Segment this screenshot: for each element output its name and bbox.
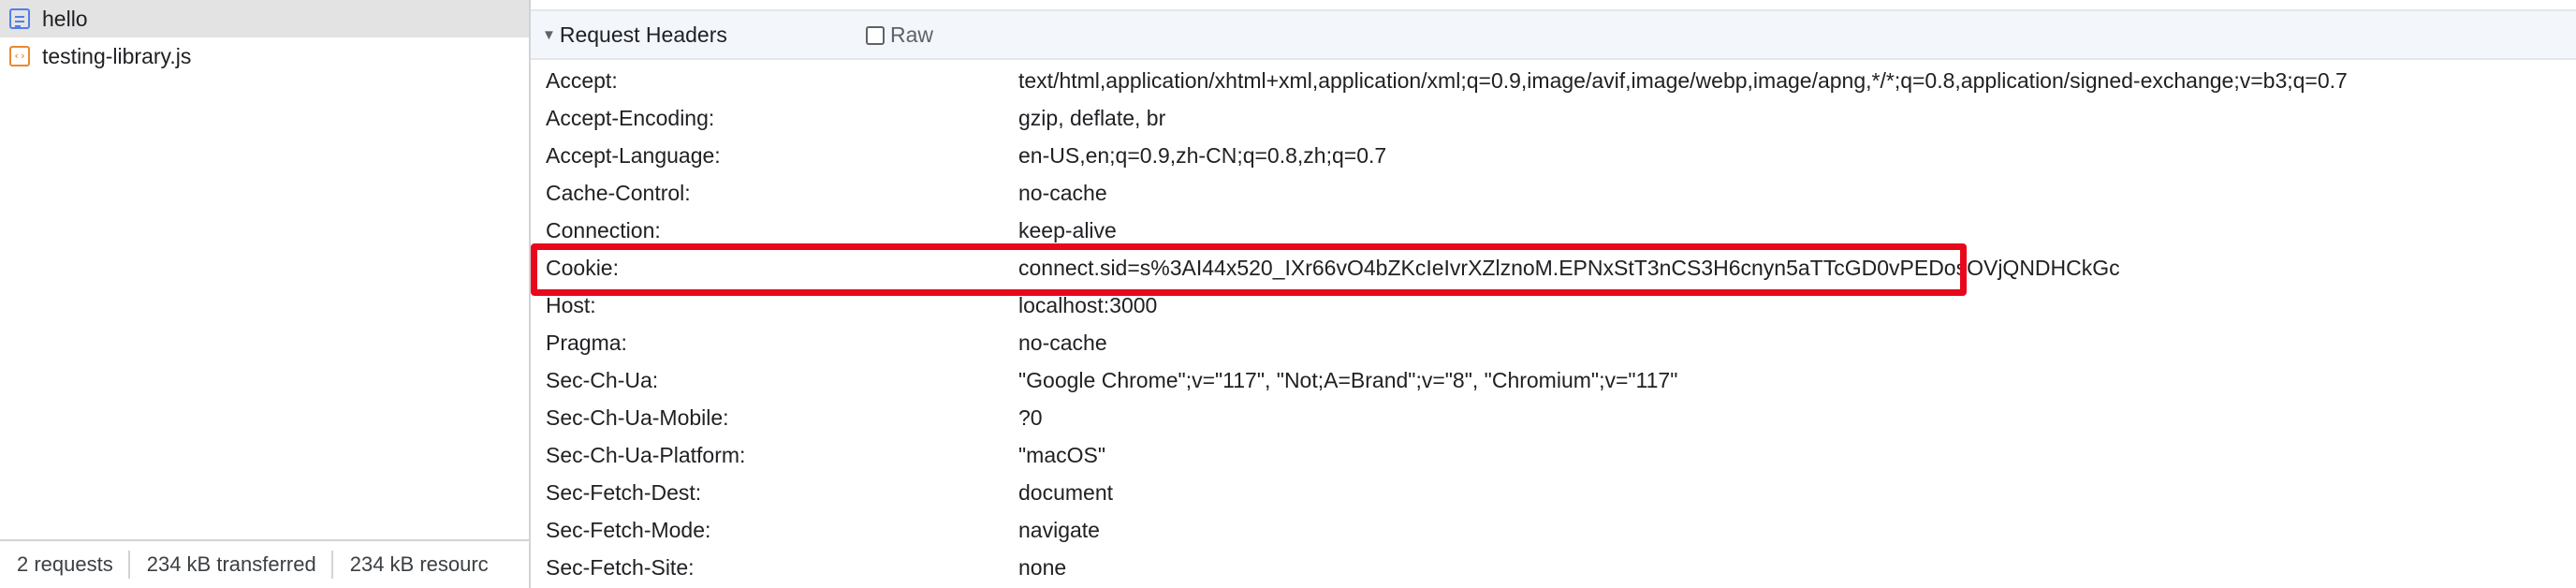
header-row-pragma: Pragma: no-cache — [531, 324, 2576, 361]
raw-label: Raw — [890, 22, 934, 47]
headers-panel: ▼ Request Headers Raw Accept: text/html,… — [531, 0, 2576, 588]
header-value: connect.sid=s%3AI44x520_IXr66vO4bZKcIeIv… — [1018, 256, 2120, 280]
transferred-size: 234 kB transferred — [130, 551, 333, 579]
header-value: no-cache — [1018, 331, 1107, 355]
header-row-host: Host: localhost:3000 — [531, 287, 2576, 324]
panel-top-strip — [531, 0, 2576, 11]
script-icon: ‹› — [9, 46, 30, 66]
header-name: Sec-Fetch-Dest: — [546, 480, 702, 505]
header-name: Pragma: — [546, 331, 627, 355]
header-name: Sec-Ch-Ua-Mobile: — [546, 405, 729, 430]
header-value: no-cache — [1018, 181, 1107, 205]
header-name: Sec-Fetch-Site: — [546, 555, 695, 580]
section-title[interactable]: Request Headers — [560, 22, 727, 48]
header-name: Accept-Language: — [546, 143, 721, 168]
header-value: ?0 — [1018, 405, 1043, 430]
request-name: hello — [42, 6, 88, 31]
header-name: Sec-Ch-Ua-Platform: — [546, 443, 746, 467]
header-value: gzip, deflate, br — [1018, 106, 1166, 130]
header-row-accept-encoding: Accept-Encoding: gzip, deflate, br — [531, 99, 2576, 137]
header-row-sec-ch-ua-platform: Sec-Ch-Ua-Platform: "macOS" — [531, 436, 2576, 474]
header-value: "macOS" — [1018, 443, 1106, 467]
header-value: "Google Chrome";v="117", "Not;A=Brand";v… — [1018, 368, 1678, 392]
raw-checkbox[interactable]: Raw — [866, 22, 933, 48]
header-value: keep-alive — [1018, 218, 1117, 243]
header-value: navigate — [1018, 518, 1100, 542]
header-name: Sec-Ch-Ua: — [546, 368, 659, 392]
request-count: 2 requests — [0, 551, 130, 579]
header-value: text/html,application/xhtml+xml,applicat… — [1018, 68, 2348, 93]
header-row-accept: Accept: text/html,application/xhtml+xml,… — [531, 62, 2576, 99]
resources-size: 234 kB resourc — [349, 552, 489, 576]
header-value: localhost:3000 — [1018, 293, 1158, 317]
header-row-sec-fetch-dest: Sec-Fetch-Dest: document — [531, 474, 2576, 511]
network-status-bar: 2 requests 234 kB transferred 234 kB res… — [0, 539, 529, 588]
header-row-cookie: Cookie: connect.sid=s%3AI44x520_IXr66vO4… — [531, 249, 2576, 287]
header-value: document — [1018, 480, 1114, 505]
header-row-sec-fetch-mode: Sec-Fetch-Mode: navigate — [531, 511, 2576, 549]
header-name: Accept: — [546, 68, 618, 93]
request-headers-section-header[interactable]: ▼ Request Headers Raw — [531, 11, 2576, 60]
header-row-cache-control: Cache-Control: no-cache — [531, 174, 2576, 212]
request-name: testing-library.js — [42, 43, 192, 68]
header-row-sec-fetch-site: Sec-Fetch-Site: none — [531, 549, 2576, 586]
header-row-sec-ch-ua-mobile: Sec-Ch-Ua-Mobile: ?0 — [531, 399, 2576, 436]
header-name: Sec-Fetch-Mode: — [546, 518, 711, 542]
expand-triangle-icon[interactable]: ▼ — [542, 27, 556, 43]
request-item-testing-library[interactable]: ‹› testing-library.js — [0, 37, 529, 75]
checkbox-icon[interactable] — [866, 25, 885, 45]
header-name: Cache-Control: — [546, 181, 691, 205]
document-icon — [9, 8, 30, 29]
header-name: Cookie: — [546, 256, 619, 280]
header-row-connection: Connection: keep-alive — [531, 212, 2576, 249]
request-list-panel: hello ‹› testing-library.js 2 requests 2… — [0, 0, 531, 588]
header-value: en-US,en;q=0.9,zh-CN;q=0.8,zh;q=0.7 — [1018, 143, 1387, 168]
header-row-sec-ch-ua: Sec-Ch-Ua: "Google Chrome";v="117", "Not… — [531, 361, 2576, 399]
devtools-network-panel: hello ‹› testing-library.js 2 requests 2… — [0, 0, 2576, 588]
request-item-hello[interactable]: hello — [0, 0, 529, 37]
header-name: Host: — [546, 293, 596, 317]
header-name: Accept-Encoding: — [546, 106, 715, 130]
header-name: Connection: — [546, 218, 661, 243]
header-value: none — [1018, 555, 1067, 580]
header-row-accept-language: Accept-Language: en-US,en;q=0.9,zh-CN;q=… — [531, 137, 2576, 174]
